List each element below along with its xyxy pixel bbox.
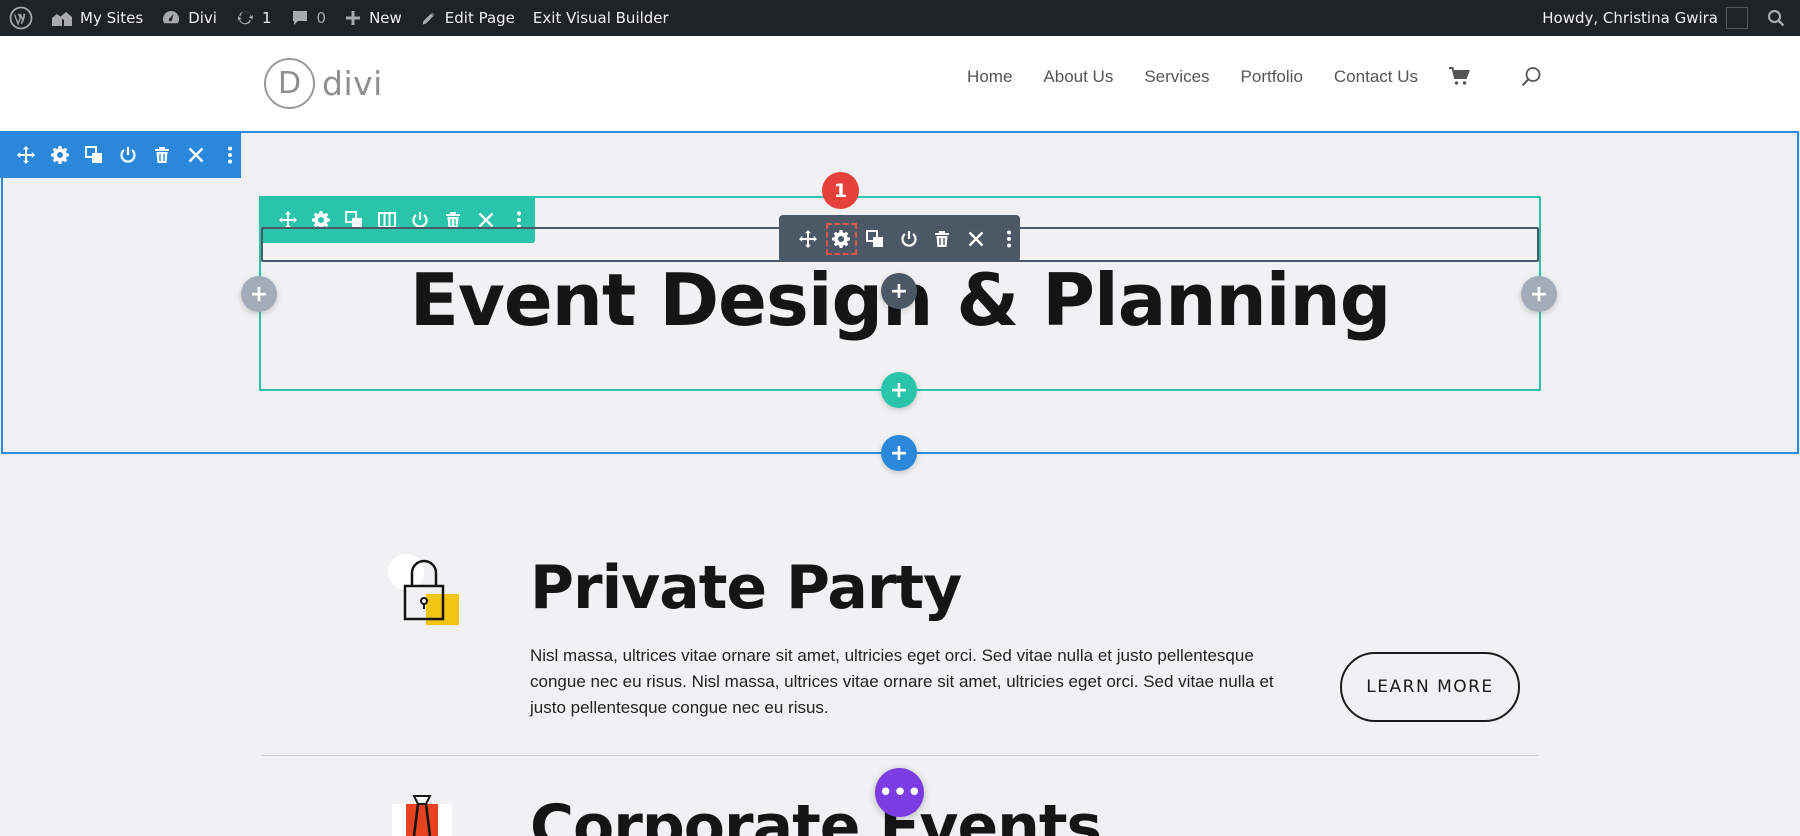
updates-count: 1 — [261, 9, 272, 27]
add-row-button[interactable]: + — [881, 372, 917, 408]
nav-contact-us[interactable]: Contact Us — [1334, 67, 1418, 87]
my-sites-label: My Sites — [80, 9, 144, 27]
exit-visual-builder-link[interactable]: Exit Visual Builder — [524, 0, 678, 36]
edit-page-link[interactable]: Edit Page — [411, 0, 524, 36]
module-toolbar — [779, 215, 1020, 262]
comments-count: 0 — [316, 9, 327, 27]
plus-icon — [346, 11, 361, 25]
page-settings-button[interactable]: ••• — [875, 768, 924, 817]
wordpress-logo-icon[interactable] — [0, 0, 42, 36]
trash-icon[interactable] — [151, 144, 173, 166]
trash-icon[interactable] — [931, 228, 953, 250]
service-description: Nisl massa, ultrices vitae ornare sit am… — [530, 646, 1274, 717]
add-module-button[interactable]: + — [881, 273, 917, 309]
add-section-button[interactable]: + — [881, 435, 917, 471]
updates-refresh-icon — [237, 11, 253, 25]
divider — [261, 755, 1539, 756]
account-menu[interactable]: Howdy, Christina Gwira — [1533, 0, 1757, 36]
add-column-right-button[interactable]: + — [1521, 276, 1557, 312]
step-callout-badge: 1 — [822, 172, 859, 209]
learn-more-button[interactable]: LEARN MORE — [1340, 652, 1520, 722]
nav-about-us[interactable]: About Us — [1043, 67, 1113, 87]
dashboard-gauge-icon — [163, 10, 180, 24]
main-nav: Home About Us Services Portfolio Contact… — [967, 66, 1542, 87]
search-icon[interactable] — [1521, 66, 1542, 87]
divi-label: Divi — [188, 9, 217, 27]
greeting-text: Howdy, Christina Gwira — [1542, 9, 1718, 27]
gear-icon[interactable] — [49, 144, 71, 166]
admin-bar: My Sites Divi 1 0 New Edit Page Exit Vis… — [0, 0, 1800, 36]
edit-page-label: Edit Page — [444, 9, 515, 27]
save-to-library-icon[interactable] — [898, 228, 920, 250]
cart-icon[interactable] — [1449, 67, 1470, 86]
exit-visual-builder-label: Exit Visual Builder — [532, 9, 669, 27]
service-title-private-party: Private Party — [530, 553, 962, 623]
nav-portfolio[interactable]: Portfolio — [1241, 67, 1303, 87]
updates-menu[interactable]: 1 — [226, 0, 281, 36]
nav-home[interactable]: Home — [967, 67, 1012, 87]
duplicate-icon[interactable] — [83, 144, 105, 166]
pencil-icon — [421, 11, 436, 26]
lock-icon — [388, 554, 459, 625]
more-options-icon[interactable] — [219, 144, 241, 166]
section-toolbar — [0, 131, 241, 178]
more-options-icon[interactable] — [998, 228, 1020, 250]
comment-bubble-icon — [292, 11, 307, 25]
avatar — [1726, 7, 1748, 29]
site-header: D divi Home About Us Services Portfolio … — [0, 36, 1800, 131]
site-logo[interactable]: D divi — [264, 58, 383, 109]
logo-text: divi — [322, 64, 383, 103]
search-icon — [1767, 9, 1785, 27]
new-content-menu[interactable]: New — [335, 0, 411, 36]
page: My Sites Divi 1 0 New Edit Page Exit Vis… — [0, 0, 1800, 836]
close-icon[interactable] — [185, 144, 207, 166]
move-icon[interactable] — [797, 228, 819, 250]
move-icon[interactable] — [15, 144, 37, 166]
comments-menu[interactable]: 0 — [281, 0, 336, 36]
module-settings-gear-icon[interactable] — [825, 222, 858, 255]
admin-bar-secondary: Howdy, Christina Gwira — [1533, 0, 1800, 36]
add-column-left-button[interactable]: + — [241, 276, 277, 312]
tie-icon — [392, 795, 452, 836]
logo-mark: D — [264, 58, 315, 109]
nav-services[interactable]: Services — [1144, 67, 1209, 87]
divi-menu[interactable]: Divi — [152, 0, 226, 36]
service-title-corporate-events: Corporate Events — [530, 792, 1102, 836]
duplicate-icon[interactable] — [864, 228, 886, 250]
save-to-library-icon[interactable] — [117, 144, 139, 166]
admin-search-button[interactable] — [1757, 0, 1800, 36]
my-sites-icon — [52, 12, 72, 26]
my-sites-menu[interactable]: My Sites — [42, 0, 152, 36]
new-label: New — [369, 9, 402, 27]
close-icon[interactable] — [965, 228, 987, 250]
